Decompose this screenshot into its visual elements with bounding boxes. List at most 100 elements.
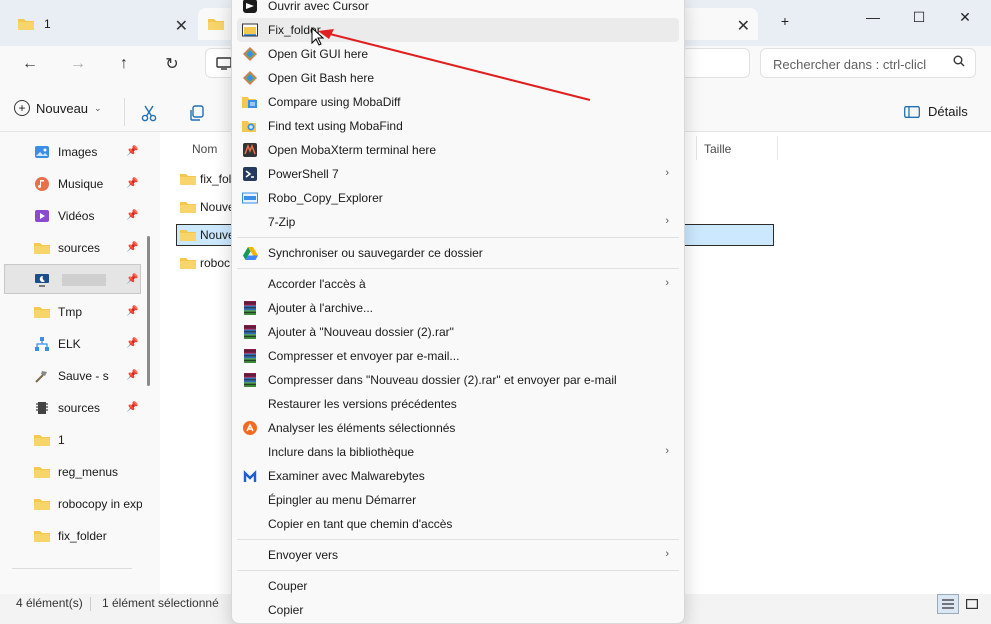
menu-item-include-library[interactable]: Inclure dans la bibliothèque ›	[237, 440, 679, 464]
details-pane-icon	[904, 105, 920, 118]
menu-item-mobaxterm[interactable]: Open MobaXterm terminal here	[237, 138, 679, 162]
menu-item-add-to-archive[interactable]: Ajouter à l'archive...	[237, 296, 679, 320]
chevron-down-icon: ⌄	[94, 102, 102, 113]
menu-item-scan-avast[interactable]: Analyser les éléments sélectionnés	[237, 416, 679, 440]
chevron-right-icon: ›	[665, 215, 669, 227]
tab-close-icon[interactable]: ✕	[175, 16, 188, 36]
sidebar-scrollbar[interactable]	[147, 236, 150, 386]
chevron-right-icon: ›	[665, 277, 669, 289]
up-arrow-icon[interactable]: ↑	[112, 52, 136, 76]
menu-item-open-with-cursor[interactable]: Ouvrir avec Cursor	[237, 0, 679, 18]
fix-folder-icon	[242, 22, 258, 38]
table-row[interactable]: Nouve	[180, 196, 235, 218]
menu-item-send-to[interactable]: Envoyer vers ›	[237, 543, 679, 567]
close-button[interactable]: ✕	[950, 6, 980, 28]
search-box[interactable]: Rechercher dans : ctrl-clicl	[760, 48, 976, 78]
winrar-icon	[242, 348, 258, 364]
folder-icon	[34, 435, 50, 446]
details-button[interactable]: Détails	[904, 104, 968, 119]
chip-icon	[36, 402, 48, 414]
menu-item-add-to-rar[interactable]: Ajouter à "Nouveau dossier (2).rar"	[237, 320, 679, 344]
new-tab-button[interactable]: +	[770, 10, 800, 32]
menu-item-mobafind[interactable]: Find text using MobaFind	[237, 114, 679, 138]
cursor-app-icon	[242, 0, 258, 14]
column-divider[interactable]	[696, 136, 697, 160]
menu-item-compress-rar-email[interactable]: Compresser dans "Nouveau dossier (2).rar…	[237, 368, 679, 392]
forward-arrow-icon[interactable]: →	[66, 52, 90, 76]
menu-item-7zip[interactable]: 7-Zip ›	[237, 210, 679, 234]
pin-icon[interactable]: 📌	[126, 146, 138, 157]
menu-item-powershell[interactable]: PowerShell 7 ›	[237, 162, 679, 186]
item-count: 4 élément(s)	[16, 596, 83, 610]
pin-icon[interactable]: 📌	[126, 370, 138, 381]
menu-item-pin-start[interactable]: Épingler au menu Démarrer	[237, 488, 679, 512]
folder-icon	[34, 531, 50, 542]
menu-item-restore-versions[interactable]: Restaurer les versions précédentes	[237, 392, 679, 416]
search-input[interactable]: Rechercher dans : ctrl-clicl	[773, 57, 941, 72]
mouse-pointer-icon	[311, 27, 325, 46]
cut-icon[interactable]	[140, 104, 158, 122]
column-header-size[interactable]: Taille	[704, 142, 731, 156]
chevron-right-icon: ›	[665, 167, 669, 179]
column-divider[interactable]	[777, 136, 778, 160]
file-name: fix_fol	[200, 172, 232, 186]
menu-separator	[237, 268, 679, 269]
folder-icon	[18, 19, 34, 30]
malwarebytes-icon	[242, 468, 258, 484]
table-row[interactable]: fix_fol	[180, 168, 231, 190]
chevron-right-icon: ›	[665, 445, 669, 457]
folder-icon	[180, 258, 196, 269]
list-view-icon	[942, 599, 954, 609]
mobaxterm-icon	[242, 142, 258, 158]
menu-separator	[237, 570, 679, 571]
menu-item-compress-email[interactable]: Compresser et envoyer par e-mail...	[237, 344, 679, 368]
minimize-button[interactable]: —	[858, 6, 888, 28]
sidebar-item-robocopy[interactable]: robocopy in exp	[34, 490, 142, 518]
sidebar-item-1[interactable]: 1	[34, 426, 142, 454]
tab-close-icon[interactable]: ✕	[737, 16, 750, 36]
list-view-button[interactable]	[937, 594, 959, 614]
pin-icon[interactable]: 📌	[126, 242, 138, 253]
menu-item-grant-access[interactable]: Accorder l'accès à ›	[237, 272, 679, 296]
menu-item-copy-path[interactable]: Copier en tant que chemin d'accès	[237, 512, 679, 536]
videos-icon	[35, 210, 49, 222]
pin-icon[interactable]: 📌	[126, 178, 138, 189]
winrar-icon	[242, 300, 258, 316]
sidebar-item-fix-folder[interactable]: fix_folder	[34, 522, 142, 550]
copy-icon[interactable]	[188, 104, 206, 122]
sidebar-item-reg-menus[interactable]: reg_menus	[34, 458, 142, 486]
pin-icon[interactable]: 📌	[126, 210, 138, 221]
folder-icon	[34, 307, 50, 318]
menu-item-google-drive-sync[interactable]: Synchroniser ou sauvegarder ce dossier	[237, 241, 679, 265]
new-button[interactable]: + Nouveau ⌄	[14, 100, 102, 116]
tools-icon	[35, 371, 47, 383]
pin-icon[interactable]: 📌	[126, 402, 138, 413]
table-row[interactable]: roboc	[180, 252, 230, 274]
file-name: roboc	[200, 256, 231, 270]
status-divider	[90, 597, 91, 611]
refresh-icon[interactable]: ↻	[160, 52, 184, 76]
column-header-name[interactable]: Nom	[192, 142, 217, 156]
menu-item-copy[interactable]: Copier	[237, 598, 679, 622]
folder-icon	[180, 202, 196, 213]
menu-item-malwarebytes[interactable]: Examiner avec Malwarebytes	[237, 464, 679, 488]
pin-icon[interactable]: 📌	[126, 274, 138, 285]
table-row[interactable]: Nouve	[180, 224, 235, 246]
menu-item-cut[interactable]: Couper	[237, 574, 679, 598]
pin-icon[interactable]: 📌	[126, 338, 138, 349]
tiles-view-button[interactable]	[961, 594, 983, 614]
maximize-button[interactable]: ☐	[904, 6, 934, 28]
toolbar-divider	[124, 98, 125, 126]
annotation-arrow	[318, 29, 591, 101]
git-icon	[242, 70, 258, 86]
git-icon	[242, 46, 258, 62]
chevron-right-icon: ›	[665, 548, 669, 560]
pin-icon[interactable]: 📌	[126, 306, 138, 317]
folder-icon	[34, 467, 50, 478]
tab-1[interactable]: 1 ✕	[8, 8, 196, 40]
back-arrow-icon[interactable]: ←	[18, 52, 42, 76]
menu-item-robo-copy[interactable]: Robo_Copy_Explorer	[237, 186, 679, 210]
winrar-icon	[242, 372, 258, 388]
search-icon[interactable]	[953, 55, 965, 67]
winrar-icon	[242, 324, 258, 340]
